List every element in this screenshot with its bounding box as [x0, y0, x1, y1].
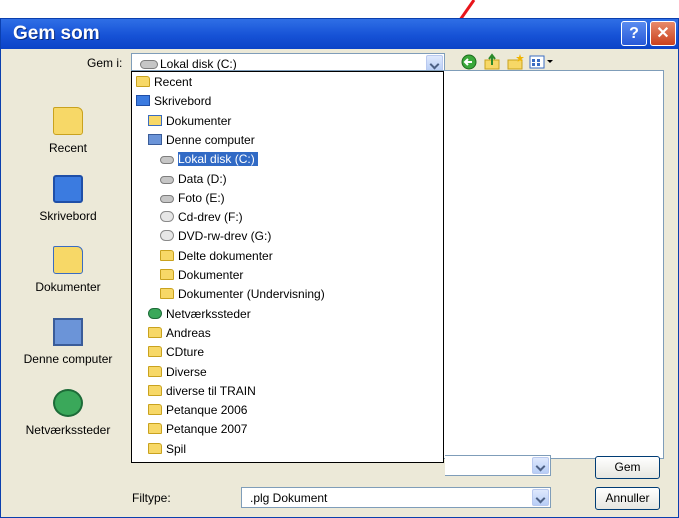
- place-label: Denne computer: [23, 352, 113, 366]
- dropdown-item-label: DVD-rw-drev (G:): [178, 229, 272, 244]
- save-in-label: Gem i:: [87, 56, 123, 70]
- desktop-icon: [136, 95, 150, 107]
- filetype-value: .plg Dokument: [250, 491, 328, 505]
- folder-icon: [148, 442, 162, 454]
- dropdown-item[interactable]: diverse til TRAIN: [148, 382, 256, 400]
- place-computer[interactable]: Denne computer: [15, 318, 121, 366]
- dropdown-item[interactable]: Lokal disk (C:): [160, 150, 258, 168]
- dropdown-item[interactable]: Data (D:): [160, 170, 227, 188]
- filetype-dropdown-button[interactable]: [532, 489, 549, 506]
- dialog-title: Gem som: [13, 23, 100, 44]
- cd-drive-icon: [160, 211, 174, 223]
- place-recent[interactable]: Recent: [15, 107, 121, 155]
- filetype-select[interactable]: .plg Dokument: [241, 487, 551, 508]
- folder-icon: [148, 365, 162, 377]
- dropdown-item-label: Recent: [154, 75, 193, 89]
- network-icon: [53, 389, 83, 417]
- dropdown-item[interactable]: Dokumenter (Undervisning): [160, 285, 325, 303]
- dropdown-item-label: Dokumenter (Undervisning): [178, 287, 325, 302]
- dropdown-item-label: Denne computer: [166, 132, 255, 147]
- filename-input[interactable]: [445, 455, 551, 476]
- dropdown-item-label: Cd-drev (F:): [178, 210, 243, 225]
- save-in-value: Lokal disk (C:): [160, 57, 237, 71]
- dropdown-item[interactable]: Dokumenter: [160, 266, 243, 284]
- dropdown-item[interactable]: Petanque 2007: [148, 420, 247, 438]
- dropdown-item[interactable]: CDture: [148, 343, 204, 361]
- new-folder-icon[interactable]: [506, 53, 524, 71]
- dropdown-item[interactable]: Diverse: [148, 363, 207, 381]
- drive-icon: [160, 194, 174, 203]
- folder-icon: [148, 384, 162, 396]
- folder-icon: [136, 76, 150, 87]
- network-icon: [148, 307, 162, 319]
- place-network[interactable]: Netværkssteder: [15, 389, 121, 437]
- cancel-button[interactable]: Annuller: [595, 487, 660, 510]
- dropdown-item-label: Petanque 2006: [166, 403, 248, 418]
- place-label: Skrivebord: [39, 209, 97, 223]
- dropdown-item-label: Petanque 2007: [166, 422, 248, 437]
- dropdown-item[interactable]: Cd-drev (F:): [160, 208, 243, 226]
- computer-icon: [53, 318, 83, 346]
- dropdown-item[interactable]: Dokumenter: [148, 112, 231, 130]
- dropdown-item[interactable]: Petanque 2006: [148, 401, 247, 419]
- dropdown-item-label: Dokumenter: [166, 113, 232, 128]
- dropdown-item[interactable]: Denne computer: [148, 131, 255, 149]
- dropdown-item[interactable]: Delte dokumenter: [160, 247, 273, 265]
- dropdown-item[interactable]: DVD-rw-drev (G:): [160, 227, 271, 245]
- place-documents[interactable]: Dokumenter: [15, 246, 121, 294]
- dropdown-item[interactable]: Recent: [136, 73, 192, 91]
- place-label: Dokumenter: [35, 280, 101, 294]
- documents-icon: [53, 246, 83, 274]
- dropdown-item[interactable]: Foto (E:): [160, 189, 225, 207]
- dropdown-item-label: Dokumenter: [178, 268, 244, 282]
- desktop-icon: [53, 175, 83, 203]
- folder-icon: [148, 423, 162, 435]
- close-button[interactable]: ✕: [650, 21, 676, 46]
- place-desktop[interactable]: Skrivebord: [15, 175, 121, 223]
- computer-icon: [148, 133, 162, 145]
- dropdown-item-label: Netværkssteder: [166, 306, 251, 321]
- save-button[interactable]: Gem: [595, 456, 660, 479]
- place-label: Recent: [48, 141, 88, 155]
- folder-icon: [148, 326, 162, 338]
- dropdown-item-label: Andreas: [166, 325, 211, 340]
- dropdown-item-label: Lokal disk (C:): [178, 152, 258, 167]
- folder-icon: [160, 269, 174, 280]
- dropdown-item-label: Foto (E:): [178, 190, 225, 205]
- place-label: Netværkssteder: [25, 423, 111, 437]
- folder-icon: [160, 288, 174, 300]
- folder-icon: [148, 346, 162, 358]
- dropdown-item-label: Skrivebord: [154, 94, 212, 109]
- documents-icon: [148, 114, 162, 126]
- drive-icon: [160, 175, 174, 184]
- back-arrow-icon[interactable]: [460, 53, 478, 71]
- dropdown-item-label: CDture: [166, 345, 205, 360]
- dropdown-item[interactable]: Netværkssteder: [148, 305, 251, 323]
- folder-icon: [160, 249, 174, 261]
- filename-dropdown-button[interactable]: [532, 457, 549, 474]
- view-menu-icon[interactable]: [529, 53, 555, 71]
- dropdown-item-label: Spil: [166, 441, 187, 456]
- cd-drive-icon: [160, 230, 174, 242]
- title-bar[interactable]: Gem som ? ✕: [1, 19, 678, 49]
- drive-icon: [160, 156, 174, 165]
- dropdown-item-label: diverse til TRAIN: [166, 383, 256, 398]
- dropdown-item-label: Delte dokumenter: [178, 248, 273, 263]
- dropdown-item[interactable]: Andreas: [148, 324, 211, 342]
- folder-icon: [148, 404, 162, 416]
- dropdown-item[interactable]: Skrivebord: [136, 92, 211, 110]
- drive-icon: [140, 60, 158, 69]
- dropdown-item-label: Data (D:): [178, 171, 227, 186]
- recent-folder-icon: [53, 107, 83, 135]
- dropdown-item[interactable]: Spil: [148, 440, 186, 458]
- places-bar: Recent Skrivebord Dokumenter Denne compu…: [15, 73, 121, 513]
- up-folder-icon[interactable]: [483, 53, 501, 71]
- save-in-dropdown-list[interactable]: Recent Skrivebord Dokumenter Denne computer…: [131, 71, 444, 463]
- filetype-label: Filtype:: [132, 491, 171, 505]
- dropdown-item-label: Diverse: [166, 364, 207, 379]
- help-button[interactable]: ?: [621, 21, 647, 46]
